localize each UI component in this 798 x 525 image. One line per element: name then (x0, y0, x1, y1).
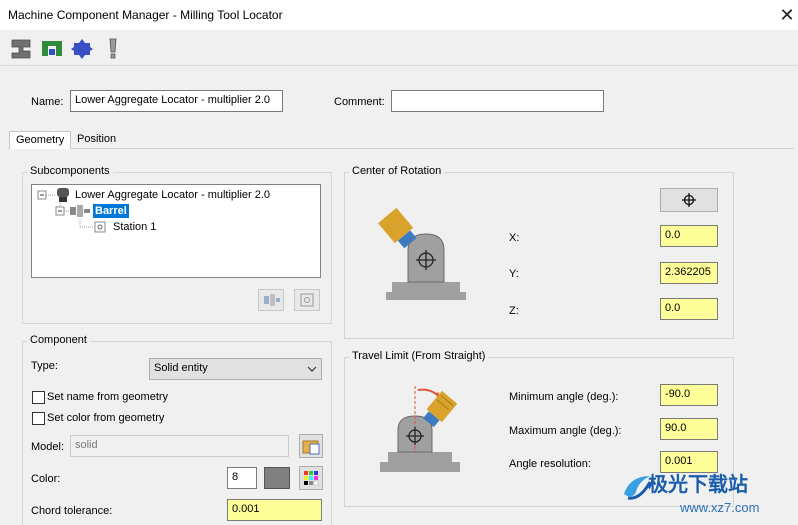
type-select-value: Solid entity (154, 362, 208, 374)
z-label: Z: (509, 305, 519, 317)
subcomponents-title: Subcomponents (27, 165, 113, 177)
tree-item-station[interactable]: Station 1 (113, 221, 156, 233)
x-input[interactable]: 0.0 (660, 225, 718, 247)
component-title: Component (27, 334, 90, 346)
component-icon[interactable] (9, 37, 33, 61)
name-input[interactable]: Lower Aggregate Locator - multiplier 2.0 (70, 90, 283, 112)
locator-icon[interactable] (40, 37, 64, 61)
tab-geometry[interactable]: Geometry (9, 131, 72, 149)
tree-expand-icon[interactable] (55, 203, 95, 219)
type-select[interactable]: Solid entity (149, 358, 322, 380)
gear-component-icon[interactable] (70, 37, 94, 61)
tab-divider (8, 148, 794, 149)
tab-position[interactable]: Position (71, 131, 122, 149)
color-swatch (264, 467, 290, 489)
set-color-label: Set color from geometry (47, 412, 165, 424)
model-input: solid (70, 435, 289, 457)
crosshair-icon (682, 193, 696, 207)
set-color-checkbox[interactable] (32, 412, 45, 425)
comment-label: Comment: (334, 96, 385, 108)
pick-center-button[interactable] (660, 188, 718, 212)
travel-limit-illustration (380, 386, 460, 472)
chevron-down-icon (307, 366, 317, 372)
warning-icon[interactable] (101, 37, 125, 61)
set-name-checkbox[interactable] (32, 391, 45, 404)
min-angle-input[interactable]: -90.0 (660, 384, 718, 406)
max-angle-label: Maximum angle (deg.): (509, 425, 622, 437)
watermark-text: 极光下载站 (648, 474, 748, 496)
window-title: Machine Component Manager - Milling Tool… (8, 8, 283, 22)
z-input[interactable]: 0.0 (660, 298, 718, 320)
y-input[interactable]: 2.362205 (660, 262, 718, 284)
add-component-icon (264, 294, 280, 306)
tree-item-root[interactable]: Lower Aggregate Locator - multiplier 2.0 (75, 189, 270, 201)
name-label: Name: (31, 96, 64, 108)
center-of-rotation-title: Center of Rotation (349, 165, 445, 177)
tree-item-barrel[interactable]: Barrel (93, 204, 129, 218)
y-label: Y: (509, 268, 519, 280)
palette-icon (304, 471, 319, 486)
x-label: X: (509, 232, 520, 244)
color-number-input[interactable]: 8 (227, 467, 257, 489)
min-angle-label: Minimum angle (deg.): (509, 391, 619, 403)
chord-tolerance-label: Chord tolerance: (31, 505, 113, 517)
folder-icon (302, 440, 320, 455)
color-picker-button[interactable] (299, 466, 323, 490)
watermark-url: www.xz7.com (680, 500, 760, 515)
comment-input[interactable] (391, 90, 604, 112)
travel-limit-title: Travel Limit (From Straight) (349, 350, 489, 362)
set-name-label: Set name from geometry (47, 391, 169, 403)
color-label: Color: (31, 473, 61, 485)
rotation-center-illustration (378, 208, 466, 300)
tree-expand-icon[interactable] (37, 187, 77, 203)
station-icon (300, 293, 314, 307)
tree-connector (79, 219, 106, 233)
chord-tolerance-input[interactable]: 0.001 (227, 499, 322, 521)
type-label: Type: (31, 360, 58, 372)
close-icon[interactable]: ✕ (776, 4, 798, 26)
model-browse-button[interactable] (299, 434, 323, 458)
model-label: Model: (31, 441, 65, 453)
angle-resolution-label: Angle resolution: (509, 458, 591, 470)
add-station-button[interactable] (294, 289, 320, 311)
max-angle-input[interactable]: 90.0 (660, 418, 718, 440)
add-subcomponent-button[interactable] (258, 289, 284, 311)
